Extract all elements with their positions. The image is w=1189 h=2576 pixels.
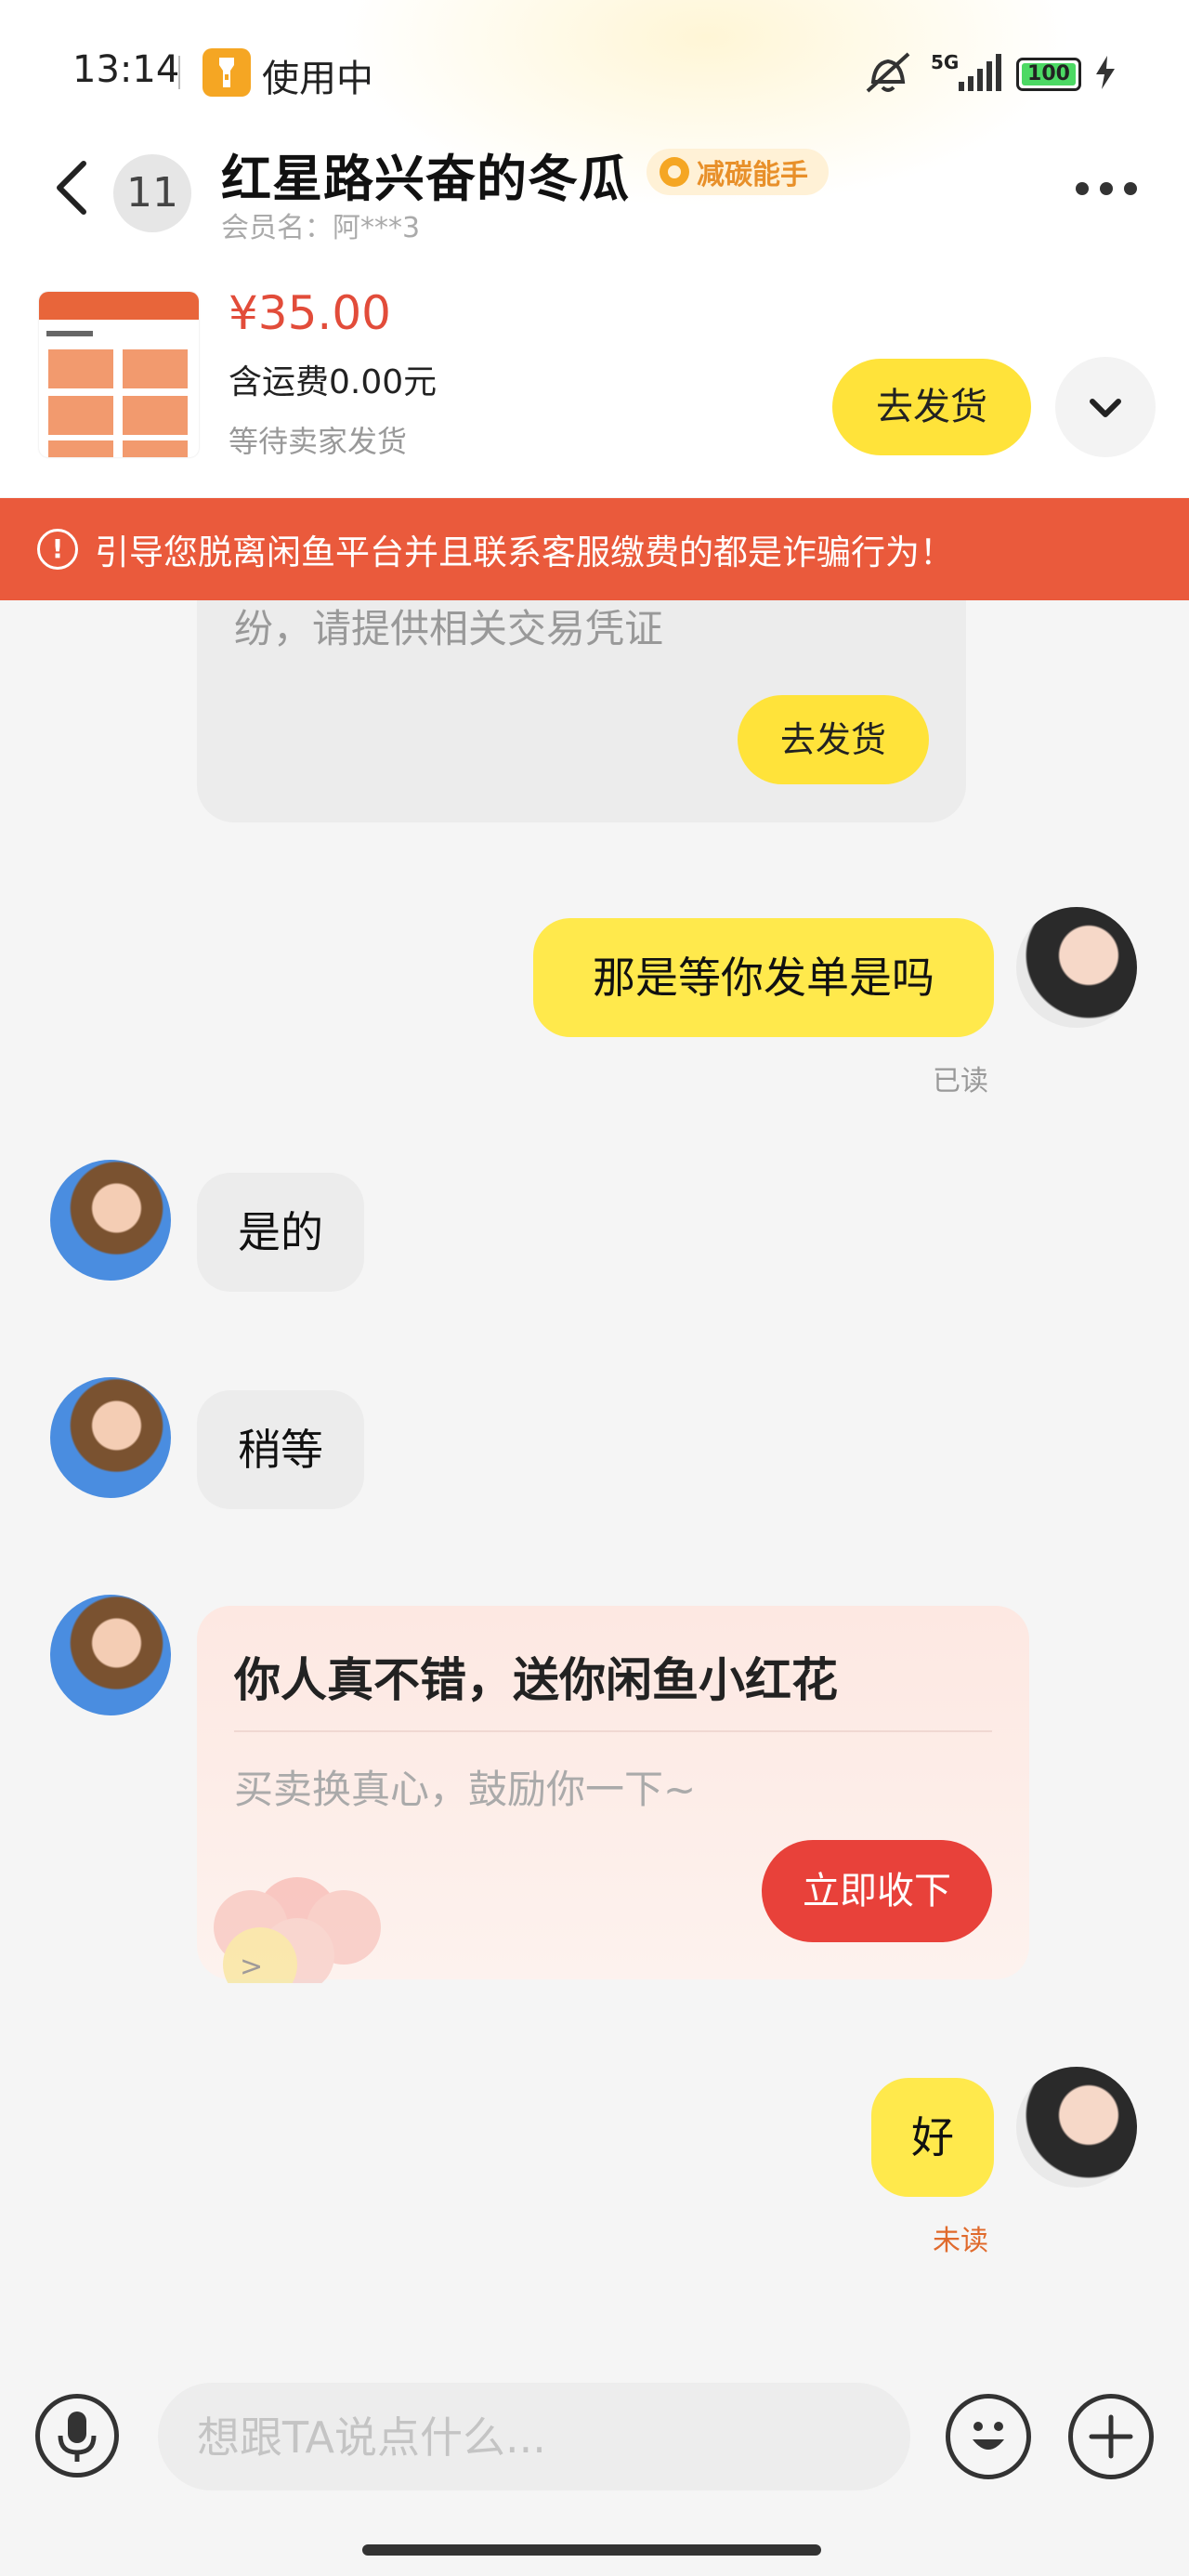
more-actions-button[interactable] <box>1068 2394 1154 2479</box>
system-message-text: 纷，请提供相关交易凭证 <box>234 606 664 651</box>
charging-icon <box>1094 56 1117 93</box>
card-ship-button[interactable]: 去发货 <box>738 695 929 784</box>
chat-title: 红星路兴奋的冬瓜 <box>221 150 630 208</box>
battery-text: 100 <box>1027 62 1070 85</box>
message-bubble-sent[interactable]: 那是等你发单是吗 <box>533 918 994 1037</box>
my-avatar[interactable] <box>1016 2067 1137 2188</box>
flashlight-icon <box>203 48 251 97</box>
unread-count-badge: 11 <box>113 154 191 232</box>
expand-button[interactable] <box>1055 357 1156 457</box>
badge-label: 减碳能手 <box>697 159 808 191</box>
gift-title: 你人真不错，送你闲鱼小红花 <box>234 1653 838 1707</box>
plus-icon <box>1089 2414 1133 2459</box>
member-name: 会员名：阿***3 <box>221 212 421 244</box>
signal-icon <box>959 54 1001 91</box>
unread-status: 未读 <box>933 2225 988 2257</box>
status-app-label: 使用中 <box>262 58 373 100</box>
chevron-down-icon <box>1090 399 1121 417</box>
battery-icon: 100 <box>1016 58 1081 91</box>
order-status: 等待卖家发货 <box>229 424 408 459</box>
message-bubble-received[interactable]: 稍等 <box>197 1390 364 1509</box>
svg-text:>: > <box>240 1951 263 1983</box>
my-avatar[interactable] <box>1016 907 1137 1028</box>
message-bubble-sent[interactable]: 好 <box>871 2078 994 2197</box>
gift-subtitle: 买卖换真心，鼓励你一下~ <box>234 1767 697 1812</box>
contact-avatar[interactable] <box>50 1595 171 1715</box>
emoji-icon <box>973 2422 1004 2450</box>
fraud-warning-banner: ! 引导您脱离闲鱼平台并且联系客服缴费的都是诈骗行为！ <box>0 498 1189 600</box>
accept-gift-button[interactable]: 立即收下 <box>762 1840 992 1942</box>
back-button[interactable] <box>46 151 102 225</box>
more-dot-icon <box>1076 182 1089 195</box>
ship-button[interactable]: 去发货 <box>832 359 1031 455</box>
user-badge[interactable]: 减碳能手 <box>647 149 829 195</box>
network-label: 5G <box>931 51 959 73</box>
status-icons: 5G <box>862 50 1011 100</box>
chevron-left-icon <box>57 161 86 215</box>
more-dot-icon <box>1124 182 1137 195</box>
read-status: 已读 <box>933 1065 988 1097</box>
badge-icon <box>660 157 689 187</box>
product-shipping: 含运费0.00元 <box>229 363 438 401</box>
home-indicator <box>362 2544 821 2556</box>
gift-divider <box>234 1730 992 1732</box>
message-input-box[interactable] <box>158 2383 910 2492</box>
status-divider <box>178 56 180 89</box>
silent-icon <box>866 52 910 93</box>
message-bubble-received[interactable]: 是的 <box>197 1173 364 1292</box>
contact-avatar[interactable] <box>50 1160 171 1281</box>
warning-icon: ! <box>37 529 78 570</box>
flower-icon: > <box>195 1853 399 2002</box>
warning-text: 引导您脱离闲鱼平台并且联系客服缴费的都是诈骗行为！ <box>95 532 954 572</box>
microphone-icon <box>58 2412 97 2462</box>
product-price: ¥35.00 <box>229 286 391 340</box>
emoji-button[interactable] <box>946 2394 1031 2479</box>
status-time: 13:14 <box>72 48 180 91</box>
product-thumbnail[interactable] <box>39 292 199 457</box>
more-dot-icon <box>1100 182 1113 195</box>
message-input[interactable] <box>195 2383 905 2492</box>
voice-button[interactable] <box>35 2394 119 2477</box>
more-options-button[interactable] <box>1076 182 1137 195</box>
contact-avatar[interactable] <box>50 1377 171 1498</box>
